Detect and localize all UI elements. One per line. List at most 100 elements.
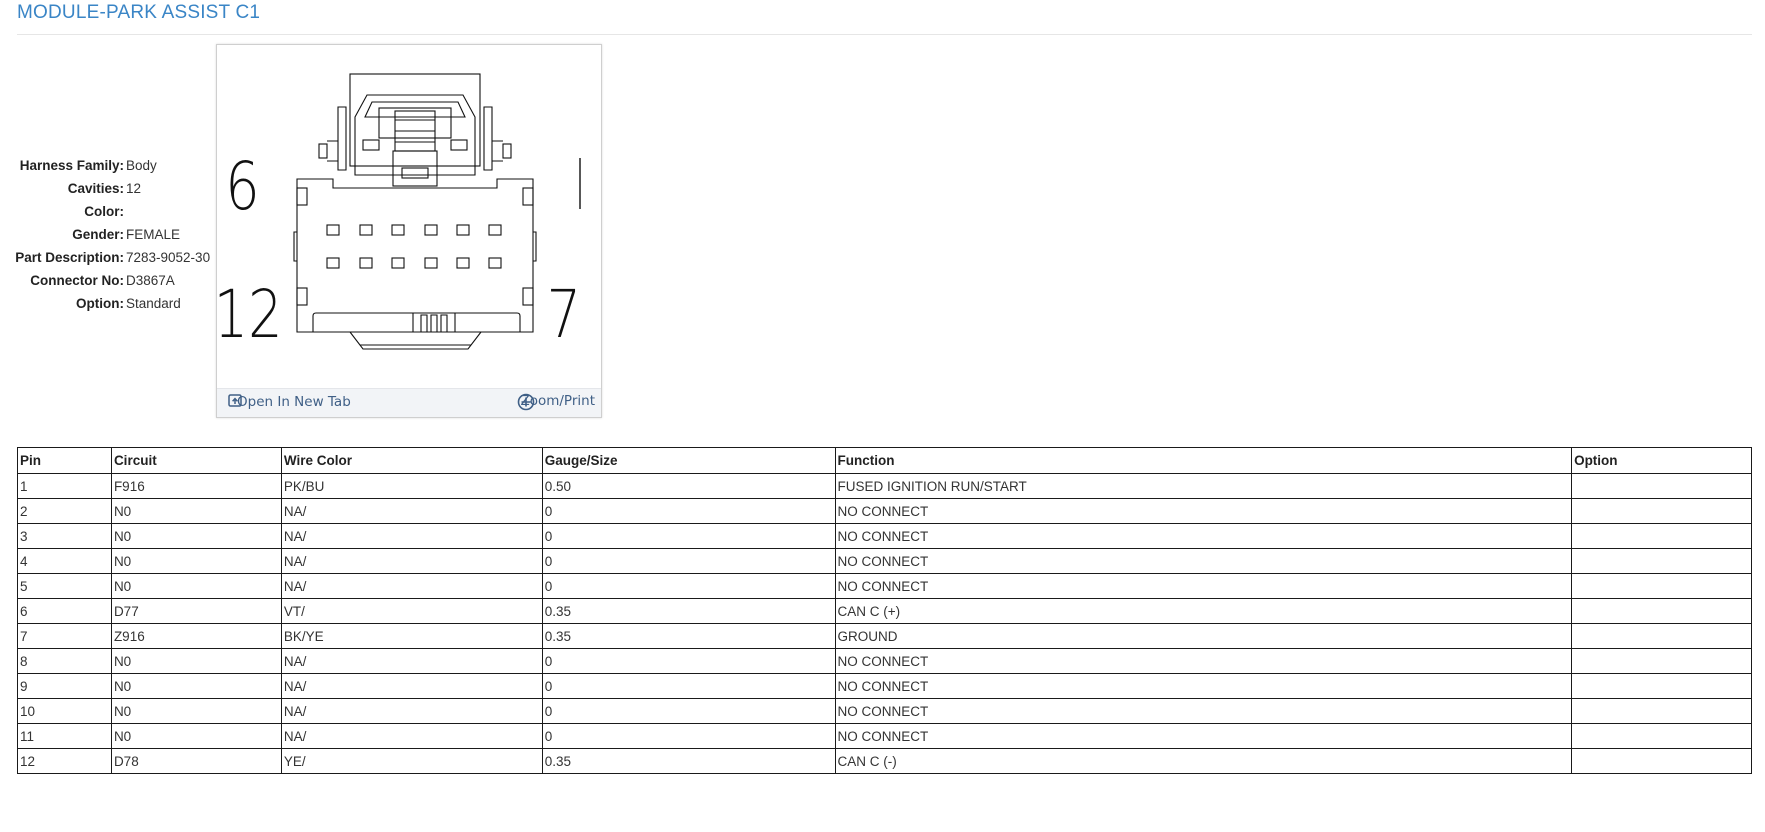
table-cell: 0.35 [541, 748, 836, 774]
column-header-option: Option [1571, 447, 1752, 474]
table-row: 10 N0 NA/0 NO CONNECT [17, 698, 1752, 724]
table-row: 8 N0 NA/0 NO CONNECT [17, 648, 1752, 674]
table-cell: NO CONNECT [834, 573, 1573, 599]
zoom-print-button[interactable]: Zoom/Print [517, 393, 595, 411]
property-label: Connector No: [30, 273, 124, 288]
table-cell: 9 [17, 673, 112, 699]
table-row: 7 Z916 BK/YE 0.35 GROUND [17, 623, 1752, 649]
table-cell: D77 [110, 598, 282, 624]
property-value: 7283-9052-30 [126, 250, 211, 265]
table-cell: BK/YE [280, 623, 543, 649]
table-row: 11 N0 NA/0 NO CONNECT [17, 723, 1752, 749]
table-cell: 0 [541, 548, 836, 574]
table-cell: 0 [541, 573, 836, 599]
pinout-table: Pin Circuit Wire Color Gauge/Size Functi… [17, 447, 1752, 774]
connector-face-diagram: 6 1 12 7 [217, 73, 581, 354]
table-cell: NO CONNECT [834, 648, 1573, 674]
table-cell: 0.50 [541, 473, 836, 499]
table-cell: VT/ [280, 598, 543, 624]
table-row: 3 N0 NA/0 NO CONNECT [17, 523, 1752, 549]
diagram-toolbar: Open In New Tab Zoom/Print [217, 388, 601, 417]
table-cell [1571, 673, 1752, 699]
table-cell: 0 [541, 498, 836, 524]
table-cell: F916 [110, 473, 282, 499]
table-row: 12 D78 YE/0.35 CAN C (-) [17, 748, 1752, 774]
table-header-row: Pin Circuit Wire Color Gauge/Size Functi… [17, 447, 1752, 474]
table-cell: 0 [541, 523, 836, 549]
table-cell [1571, 598, 1752, 624]
title-divider [17, 34, 1752, 35]
table-cell: 7 [17, 623, 112, 649]
table-cell: Z916 [110, 623, 282, 649]
table-cell: NA/ [280, 548, 543, 574]
table-row: 5 N0 NA/0 NO CONNECT [17, 573, 1752, 599]
property-value: FEMALE [126, 227, 181, 242]
table-cell: 5 [17, 573, 112, 599]
table-cell: N0 [110, 723, 282, 749]
table-cell: 0.35 [541, 623, 836, 649]
property-connector-no: Connector No: D3867A [0, 269, 215, 292]
table-cell: CAN C (+) [834, 598, 1573, 624]
property-value: D3867A [126, 273, 175, 288]
table-cell: NA/ [280, 673, 543, 699]
table-cell: D78 [110, 748, 282, 774]
table-cell [1571, 498, 1752, 524]
property-part-description: Part Description: 7283-9052-30 [0, 246, 215, 269]
table-row: 9 N0 NA/0 NO CONNECT [17, 673, 1752, 699]
table-cell: 0 [541, 698, 836, 724]
table-cell [1571, 523, 1752, 549]
table-cell: 0.35 [541, 598, 836, 624]
table-cell [1571, 748, 1752, 774]
table-cell: N0 [110, 523, 282, 549]
table-cell [1571, 698, 1752, 724]
property-color: Color: [0, 200, 215, 223]
property-harness-family: Harness Family: Body [0, 154, 215, 177]
column-header-gauge-size: Gauge/Size [541, 447, 836, 474]
property-value: 12 [126, 181, 142, 196]
property-label: Part Description: [15, 250, 124, 265]
table-cell: 0 [541, 673, 836, 699]
table-cell: 0 [541, 723, 836, 749]
connector-properties: Harness Family: Body Cavities: 12 Color:… [0, 154, 215, 315]
table-row: 6 D77 VT/0.35 CAN C (+) [17, 598, 1752, 624]
property-label: Gender: [72, 227, 124, 242]
table-cell: NO CONNECT [834, 673, 1573, 699]
table-cell: GROUND [834, 623, 1573, 649]
table-cell: 1 [17, 473, 112, 499]
table-cell: FUSED IGNITION RUN/START [834, 473, 1573, 499]
table-cell: NO CONNECT [834, 698, 1573, 724]
table-cell: 2 [17, 498, 112, 524]
pin-label-12: 12 [217, 277, 283, 354]
table-cell: N0 [110, 698, 282, 724]
table-cell: 6 [17, 598, 112, 624]
property-label: Option: [76, 296, 124, 311]
table-cell: N0 [110, 673, 282, 699]
column-header-circuit: Circuit [110, 447, 282, 474]
table-cell: 4 [17, 548, 112, 574]
property-gender: Gender: FEMALE [0, 223, 215, 246]
table-cell [1571, 723, 1752, 749]
property-label: Cavities: [67, 181, 124, 196]
column-header-wire-color: Wire Color [280, 447, 543, 474]
table-cell [1571, 473, 1752, 499]
table-cell: NO CONNECT [834, 498, 1573, 524]
property-value: Body [126, 158, 157, 173]
table-row: 2 N0 NA/0 NO CONNECT [17, 498, 1752, 524]
table-cell: PK/BU [280, 473, 543, 499]
table-cell [1571, 648, 1752, 674]
table-cell: N0 [110, 548, 282, 574]
table-cell: CAN C (-) [834, 748, 1573, 774]
open-in-new-tab-label: Open In New Tab [237, 394, 351, 410]
table-row: 4 N0 NA/0 NO CONNECT [17, 548, 1752, 574]
column-header-function: Function [834, 447, 1573, 474]
connector-diagram-panel: 6 1 12 7 Open In New Tab Zoom/Print [216, 44, 602, 418]
table-cell: NA/ [280, 573, 543, 599]
table-cell: NO CONNECT [834, 723, 1573, 749]
table-cell: NA/ [280, 723, 543, 749]
table-cell: 12 [17, 748, 112, 774]
table-row: 1 F916 PK/BU 0.50 FUSED IGNITION RUN/START [17, 473, 1752, 499]
table-cell: NA/ [280, 498, 543, 524]
pin-label-1: 1 [524, 149, 558, 226]
property-label: Harness Family: [19, 158, 124, 173]
open-in-new-tab-button[interactable]: Open In New Tab [228, 394, 351, 410]
